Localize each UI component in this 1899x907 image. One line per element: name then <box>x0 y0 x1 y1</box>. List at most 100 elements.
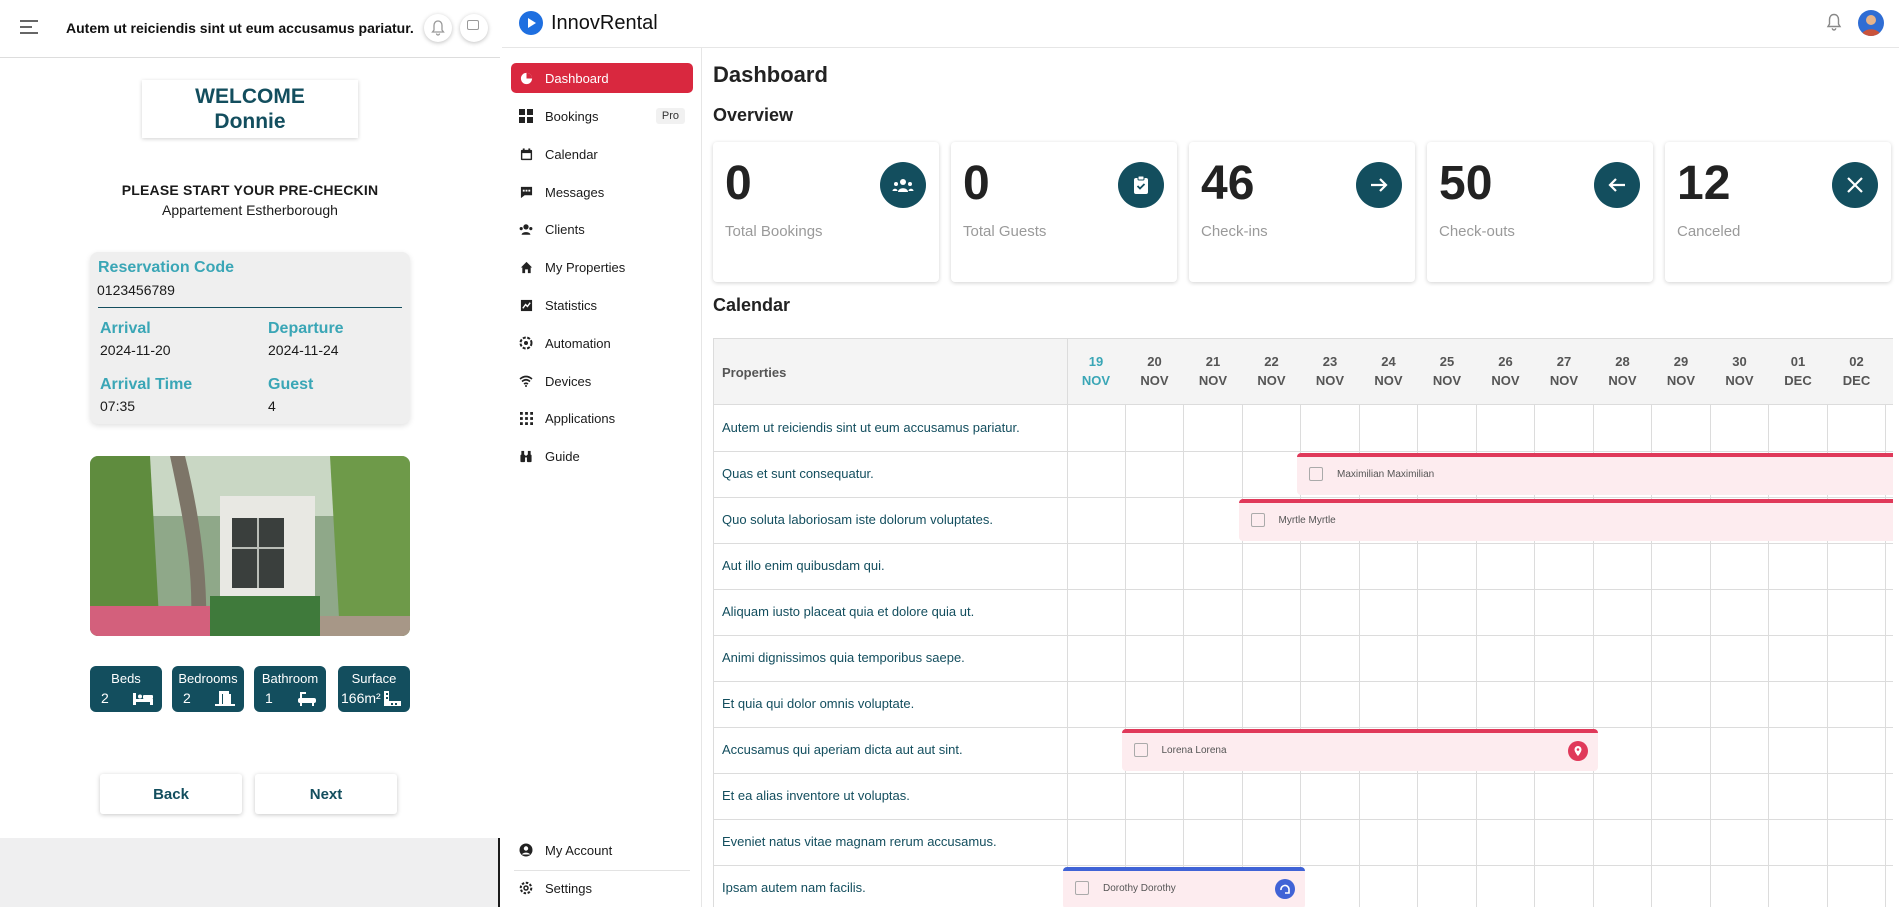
sidebar-item-guide[interactable]: Guide <box>511 441 693 471</box>
day-column-header[interactable]: 23 NOV <box>1301 339 1359 405</box>
sidebar-item-my-account[interactable]: My Account <box>511 835 693 865</box>
sidebar-item-messages[interactable]: Messages <box>511 177 693 207</box>
sidebar-item-devices[interactable]: Devices <box>511 366 693 396</box>
booking-bar[interactable]: Dorothy Dorothy <box>1063 867 1305 907</box>
day-number: 23 <box>1322 354 1338 369</box>
sidebar-item-label: My Account <box>545 842 613 858</box>
sidebar-item-applications[interactable]: Applications <box>511 403 693 433</box>
sidebar-item-statistics[interactable]: Statistics <box>511 290 693 320</box>
property-row-label[interactable]: Autem ut reiciendis sint ut eum accusamu… <box>722 405 1020 451</box>
property-row-label[interactable]: Eveniet natus vitae magnam rerum accusam… <box>722 819 997 865</box>
day-column-header[interactable]: 24 NOV <box>1360 339 1418 405</box>
sidebar-item-settings[interactable]: Settings <box>511 873 693 903</box>
day-column-header[interactable]: 01 DEC <box>1769 339 1827 405</box>
next-button[interactable]: Next <box>255 774 397 814</box>
brand-name[interactable]: InnovRental <box>551 12 658 35</box>
back-button[interactable]: Back <box>100 774 242 814</box>
stat-card-canceled[interactable]: 12 Canceled <box>1665 142 1891 282</box>
checkin-header-title: Autem ut reiciendis sint ut eum accusamu… <box>66 20 414 36</box>
booking-guest-name: Maximilian Maximilian <box>1337 469 1435 480</box>
grid-line <box>1067 339 1068 907</box>
main-content: Dashboard Overview 0 Total Bookings 0 To… <box>713 48 1899 907</box>
property-row-label[interactable]: Et ea alias inventore ut voluptas. <box>722 773 910 819</box>
sidebar-item-dashboard[interactable]: Dashboard <box>511 63 693 93</box>
booking-bar[interactable]: Myrtle Myrtle <box>1238 499 1893 541</box>
pin-icon <box>1567 741 1588 761</box>
day-number: 20 <box>1147 354 1162 369</box>
property-row-label[interactable]: Quo soluta laboriosam iste dolorum volup… <box>722 497 993 543</box>
welcome-text: WELCOME <box>195 85 305 108</box>
users-icon <box>519 222 533 236</box>
stat-card-total-guests[interactable]: 0 Total Guests <box>951 142 1177 282</box>
property-row-label[interactable]: Quas et sunt consequatur. <box>722 451 874 497</box>
chat-icon <box>519 185 533 199</box>
arrival-label: Arrival <box>100 320 151 337</box>
bell-icon[interactable] <box>1826 13 1842 31</box>
stat-card-check-outs[interactable]: 50 Check-outs <box>1427 142 1653 282</box>
day-column-header[interactable]: 29 NOV <box>1652 339 1710 405</box>
grid-line <box>1124 405 1126 907</box>
property-row-label[interactable]: Et quia qui dolor omnis voluptate. <box>722 681 914 727</box>
avatar[interactable] <box>460 14 488 42</box>
property-row-label[interactable]: Aut illo enim quibusdam qui. <box>722 543 885 589</box>
sidebar-item-my-properties[interactable]: My Properties <box>511 252 693 282</box>
account-icon <box>519 843 533 857</box>
logo-icon[interactable] <box>519 11 543 35</box>
stat-value: 166m² <box>341 690 381 706</box>
day-column-header[interactable]: 19 NOV <box>1067 339 1125 405</box>
stat-card-value: 46 <box>1201 157 1255 210</box>
arrival-time-label: Arrival Time <box>100 376 193 393</box>
settings-icon <box>519 881 533 895</box>
grid-line <box>714 865 1893 866</box>
sidebar-item-bookings[interactable]: Bookings Pro <box>511 101 693 131</box>
booking-guest-name: Dorothy Dorothy <box>1103 883 1176 894</box>
day-number: 26 <box>1498 354 1513 369</box>
day-column-header[interactable]: 20 NOV <box>1126 339 1184 405</box>
grid-line <box>714 451 1893 452</box>
day-number: 19 <box>1088 354 1104 369</box>
sidebar-item-clients[interactable]: Clients <box>511 214 693 244</box>
property-row-label[interactable]: Accusamus qui aperiam dicta aut aut sint… <box>722 727 963 773</box>
guest-avatar <box>1075 881 1089 895</box>
property-photo <box>90 456 410 636</box>
grid-line <box>1183 405 1184 907</box>
sidebar-item-calendar[interactable]: Calendar <box>511 139 693 169</box>
property-row-label[interactable]: Animi dignissimos quia temporibus saepe. <box>722 635 965 681</box>
stat-card-total-bookings[interactable]: 0 Total Bookings <box>713 142 939 282</box>
day-column-header[interactable]: 22 NOV <box>1243 339 1301 405</box>
top-bar: InnovRental <box>502 0 1899 48</box>
ruler-icon <box>384 691 401 706</box>
stat-card-label: Check-ins <box>1201 223 1268 240</box>
reservation-code: 0123456789 <box>97 282 175 298</box>
stat-card-label: Total Bookings <box>725 223 823 240</box>
day-column-header[interactable]: 25 NOV <box>1418 339 1476 405</box>
stat-card-check-ins[interactable]: 46 Check-ins <box>1189 142 1415 282</box>
day-column-header[interactable]: 28 NOV <box>1594 339 1652 405</box>
sidebar-item-automation[interactable]: Automation <box>511 328 693 358</box>
avatar[interactable] <box>1858 10 1884 36</box>
door-icon <box>215 691 235 706</box>
day-column-header[interactable]: 21 NOV <box>1184 339 1242 405</box>
day-number: 30 <box>1732 354 1747 369</box>
property-row-label[interactable]: Aliquam iusto placeat quia et dolore qui… <box>722 589 974 635</box>
booking-bar[interactable]: Lorena Lorena <box>1121 729 1598 771</box>
arrival-date: 2024-11-20 <box>100 342 171 358</box>
menu-icon[interactable] <box>20 20 38 34</box>
bell-icon[interactable] <box>424 14 452 42</box>
day-month: DEC <box>1842 373 1871 388</box>
day-column-header[interactable]: 26 NOV <box>1477 339 1535 405</box>
day-column-header[interactable]: 27 NOV <box>1535 339 1593 405</box>
property-row-label[interactable]: Ipsam autem nam facilis. <box>722 865 866 907</box>
stat-surface: Surface 166m² <box>338 666 410 712</box>
day-column-header[interactable]: 30 NOV <box>1711 339 1769 405</box>
pro-badge: Pro <box>655 108 685 124</box>
guest-name: Donnie <box>214 110 286 133</box>
sidebar-item-label: Messages <box>545 184 605 200</box>
stat-card-value: 12 <box>1677 157 1731 210</box>
day-column-header[interactable]: 02 DEC <box>1828 339 1886 405</box>
stat-card-value: 50 <box>1439 157 1493 210</box>
day-month: NOV <box>1725 373 1754 388</box>
booking-bar[interactable]: Maximilian Maximilian <box>1297 453 1893 495</box>
stat-bedrooms: Bedrooms 2 <box>172 666 244 712</box>
day-number: 28 <box>1615 354 1630 369</box>
